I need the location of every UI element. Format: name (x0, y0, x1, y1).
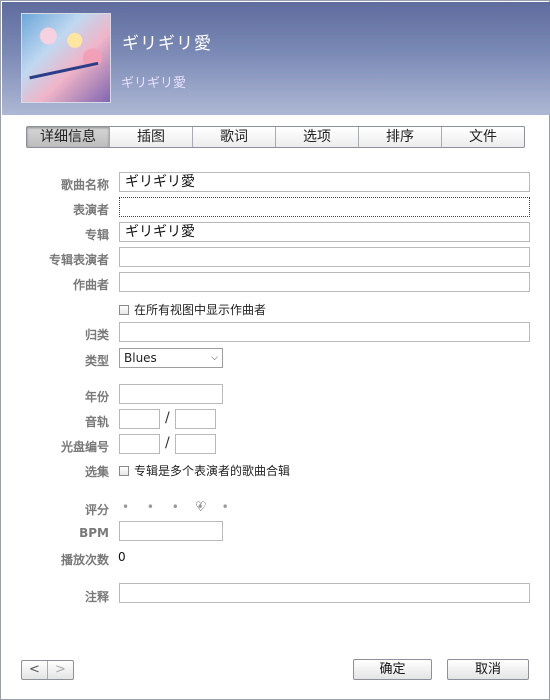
comments-field[interactable] (119, 583, 530, 603)
play-count-label: 播放次数 (60, 553, 109, 567)
prev-next-group: < > (21, 660, 74, 680)
chevron-down-icon: ⌵ (211, 353, 218, 363)
ok-button[interactable]: 确定 (353, 659, 432, 680)
disc-number-field[interactable] (119, 434, 160, 454)
year-field[interactable] (119, 384, 223, 404)
artist-field[interactable] (119, 197, 530, 217)
track-number-field[interactable] (119, 409, 160, 429)
tab-lyrics[interactable]: 歌词 (192, 127, 275, 147)
heart-icon[interactable]: ♡ (195, 500, 207, 515)
tab-options[interactable]: 选项 (275, 127, 358, 147)
album-label: 专辑 (84, 228, 109, 242)
grouping-label: 归类 (84, 328, 109, 342)
grouping-field[interactable] (119, 322, 530, 342)
checkbox-box[interactable] (119, 304, 129, 315)
genre-label: 类型 (84, 354, 109, 368)
year-label: 年份 (84, 390, 109, 404)
compilation-label: 选集 (84, 465, 109, 479)
disc-separator: / (165, 435, 170, 451)
composer-label: 作曲者 (72, 278, 109, 292)
tab-sorting[interactable]: 排序 (358, 127, 441, 147)
song-title: ギリギリ愛 (122, 34, 212, 54)
album-artist-field[interactable] (119, 247, 530, 267)
song-name-field[interactable]: ギリギリ愛 (119, 172, 530, 192)
tab-details[interactable]: 详细信息 (27, 127, 109, 147)
compilation-checkbox[interactable]: 专辑是多个表演者的歌曲合辑 (119, 462, 290, 479)
disc-label: 光盘编号 (60, 440, 109, 454)
tab-artwork[interactable]: 插图 (109, 127, 192, 147)
genre-value: Blues (124, 351, 157, 365)
song-name-label: 歌曲名称 (60, 178, 109, 192)
track-label: 音轨 (84, 415, 109, 429)
cancel-button[interactable]: 取消 (447, 659, 529, 680)
checkbox-box[interactable] (119, 465, 129, 476)
show-composer-label: 在所有视图中显示作曲者 (134, 303, 267, 317)
tab-bar: 详细信息 插图 歌词 选项 排序 文件 (26, 126, 525, 148)
disc-total-field[interactable] (175, 434, 216, 454)
album-artwork (21, 13, 111, 103)
album-subtitle: ギリギリ愛 (121, 76, 187, 91)
song-info-window: ギリギリ愛 ギリギリ愛 详细信息 插图 歌词 选项 排序 文件 歌曲名称 ギリギ… (0, 0, 550, 700)
genre-select[interactable]: Blues ⌵ (119, 348, 223, 368)
rating-stars[interactable]: • • • • • (122, 500, 236, 514)
next-button[interactable]: > (47, 661, 73, 679)
track-separator: / (165, 410, 170, 426)
comments-label: 注释 (84, 590, 109, 604)
bpm-field[interactable] (119, 521, 223, 541)
album-field[interactable]: ギリギリ愛 (119, 222, 530, 242)
album-artist-label: 专辑表演者 (48, 253, 109, 267)
artist-label: 表演者 (72, 203, 109, 217)
header: ギリギリ愛 ギリギリ愛 (2, 2, 550, 115)
artwork-logo (29, 61, 101, 91)
bpm-label: BPM (79, 526, 109, 540)
rating-label: 评分 (84, 503, 109, 517)
show-composer-checkbox[interactable]: 在所有视图中显示作曲者 (119, 301, 266, 318)
composer-field[interactable] (119, 272, 530, 292)
track-total-field[interactable] (175, 409, 216, 429)
tab-file[interactable]: 文件 (441, 127, 524, 147)
compilation-checkbox-label: 专辑是多个表演者的歌曲合辑 (134, 464, 291, 478)
previous-button[interactable]: < (22, 661, 47, 679)
play-count-value: 0 (118, 550, 126, 564)
